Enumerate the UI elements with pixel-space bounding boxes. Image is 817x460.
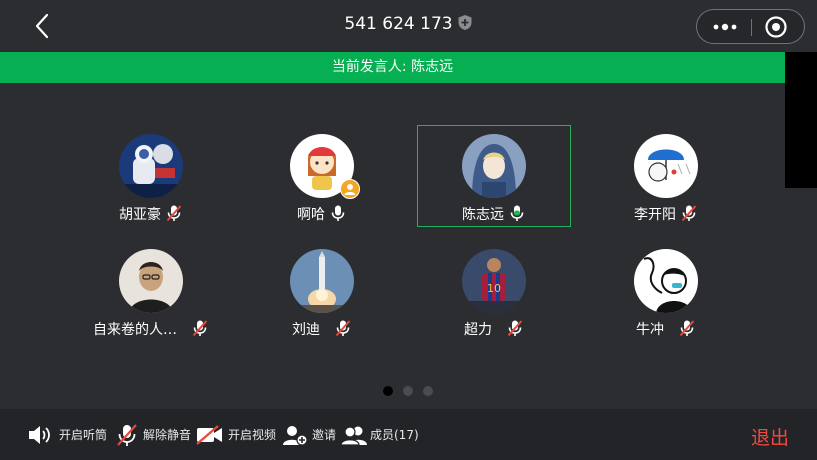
- member-name: 李开阳: [634, 207, 676, 223]
- close-target-icon[interactable]: [763, 14, 789, 40]
- member-name: 自来卷的人…: [93, 322, 177, 338]
- member-name-row: 自来卷的人…: [75, 319, 227, 339]
- avatar: 10: [462, 249, 526, 313]
- member-name-row: 李开阳: [590, 204, 742, 224]
- member-tile[interactable]: 10 超力: [418, 241, 570, 341]
- avatar: [119, 134, 183, 198]
- invite-button[interactable]: 邀请: [282, 423, 342, 447]
- unmute-label: 解除静音: [143, 428, 192, 442]
- avatar: [634, 134, 698, 198]
- meeting-title: 541 624 173: [0, 14, 817, 34]
- mic-muted-icon: [117, 424, 137, 446]
- member-name-row: 牛冲: [590, 319, 742, 339]
- mic-muted-icon: [335, 320, 351, 337]
- member-name-row: 陈志远: [418, 204, 570, 224]
- bottom-toolbar: 开启听筒 解除静音 开启视频 邀请 成员(17) 退出: [0, 409, 817, 460]
- video-button[interactable]: 开启视频: [196, 423, 286, 447]
- member-name: 刘迪: [292, 322, 320, 338]
- member-tile-active-speaker[interactable]: 陈志远: [417, 125, 571, 227]
- video-off-icon: [196, 425, 222, 445]
- host-badge-icon: [340, 179, 360, 199]
- member-name: 牛冲: [636, 322, 664, 338]
- shield-icon: [458, 15, 472, 30]
- mic-muted-icon: [166, 205, 182, 222]
- avatar: [634, 249, 698, 313]
- member-tile[interactable]: 牛冲: [590, 241, 742, 341]
- capsule-divider: [751, 19, 752, 36]
- avatar: [462, 134, 526, 198]
- member-name-row: 刘迪: [246, 319, 398, 339]
- member-name: 胡亚豪: [119, 207, 161, 223]
- svg-text:10: 10: [487, 282, 501, 295]
- members-button[interactable]: 成员(17): [340, 423, 430, 447]
- avatar: [290, 249, 354, 313]
- member-tile[interactable]: 刘迪: [246, 241, 398, 341]
- unmute-button[interactable]: 解除静音: [115, 423, 205, 447]
- mic-muted-icon: [681, 205, 697, 222]
- mic-muted-icon: [507, 320, 523, 337]
- invite-label: 邀请: [312, 428, 337, 442]
- members-label: 成员(17): [370, 428, 419, 442]
- member-name-row: 胡亚豪: [75, 204, 227, 224]
- speaker-icon: [29, 426, 50, 444]
- member-name: 陈志远: [462, 207, 504, 223]
- member-name: 啊哈: [297, 207, 325, 223]
- video-label: 开启视频: [228, 428, 277, 442]
- avatar: [119, 249, 183, 313]
- current-speaker-banner: 当前发言人: 陈志远: [0, 52, 785, 83]
- meeting-id: 541 624 173: [344, 14, 453, 34]
- speaker-button[interactable]: 开启听筒: [27, 423, 117, 447]
- member-tile[interactable]: 李开阳: [590, 126, 742, 226]
- member-tile[interactable]: 啊哈: [246, 126, 398, 226]
- miniapp-capsule: [696, 9, 805, 44]
- side-panel: [785, 52, 817, 188]
- page-dot[interactable]: [403, 386, 413, 396]
- member-name-row: 啊哈: [246, 204, 398, 224]
- member-tile[interactable]: 胡亚豪: [75, 126, 227, 226]
- page-dot[interactable]: [423, 386, 433, 396]
- member-tile[interactable]: 自来卷的人…: [75, 241, 227, 341]
- member-name-row: 超力: [418, 319, 570, 339]
- mic-muted-icon: [679, 320, 695, 337]
- mic-muted-icon: [192, 320, 208, 337]
- page-dot-active[interactable]: [383, 386, 393, 396]
- speaker-label: 开启听筒: [59, 428, 108, 442]
- mic-speaking-icon: [510, 205, 524, 221]
- member-name: 超力: [464, 322, 492, 338]
- exit-button[interactable]: 退出: [751, 423, 789, 450]
- mic-icon: [331, 205, 345, 221]
- top-bar: 541 624 173: [0, 0, 817, 52]
- members-icon: [340, 426, 367, 446]
- add-user-icon: [283, 426, 308, 446]
- more-icon[interactable]: [707, 15, 743, 39]
